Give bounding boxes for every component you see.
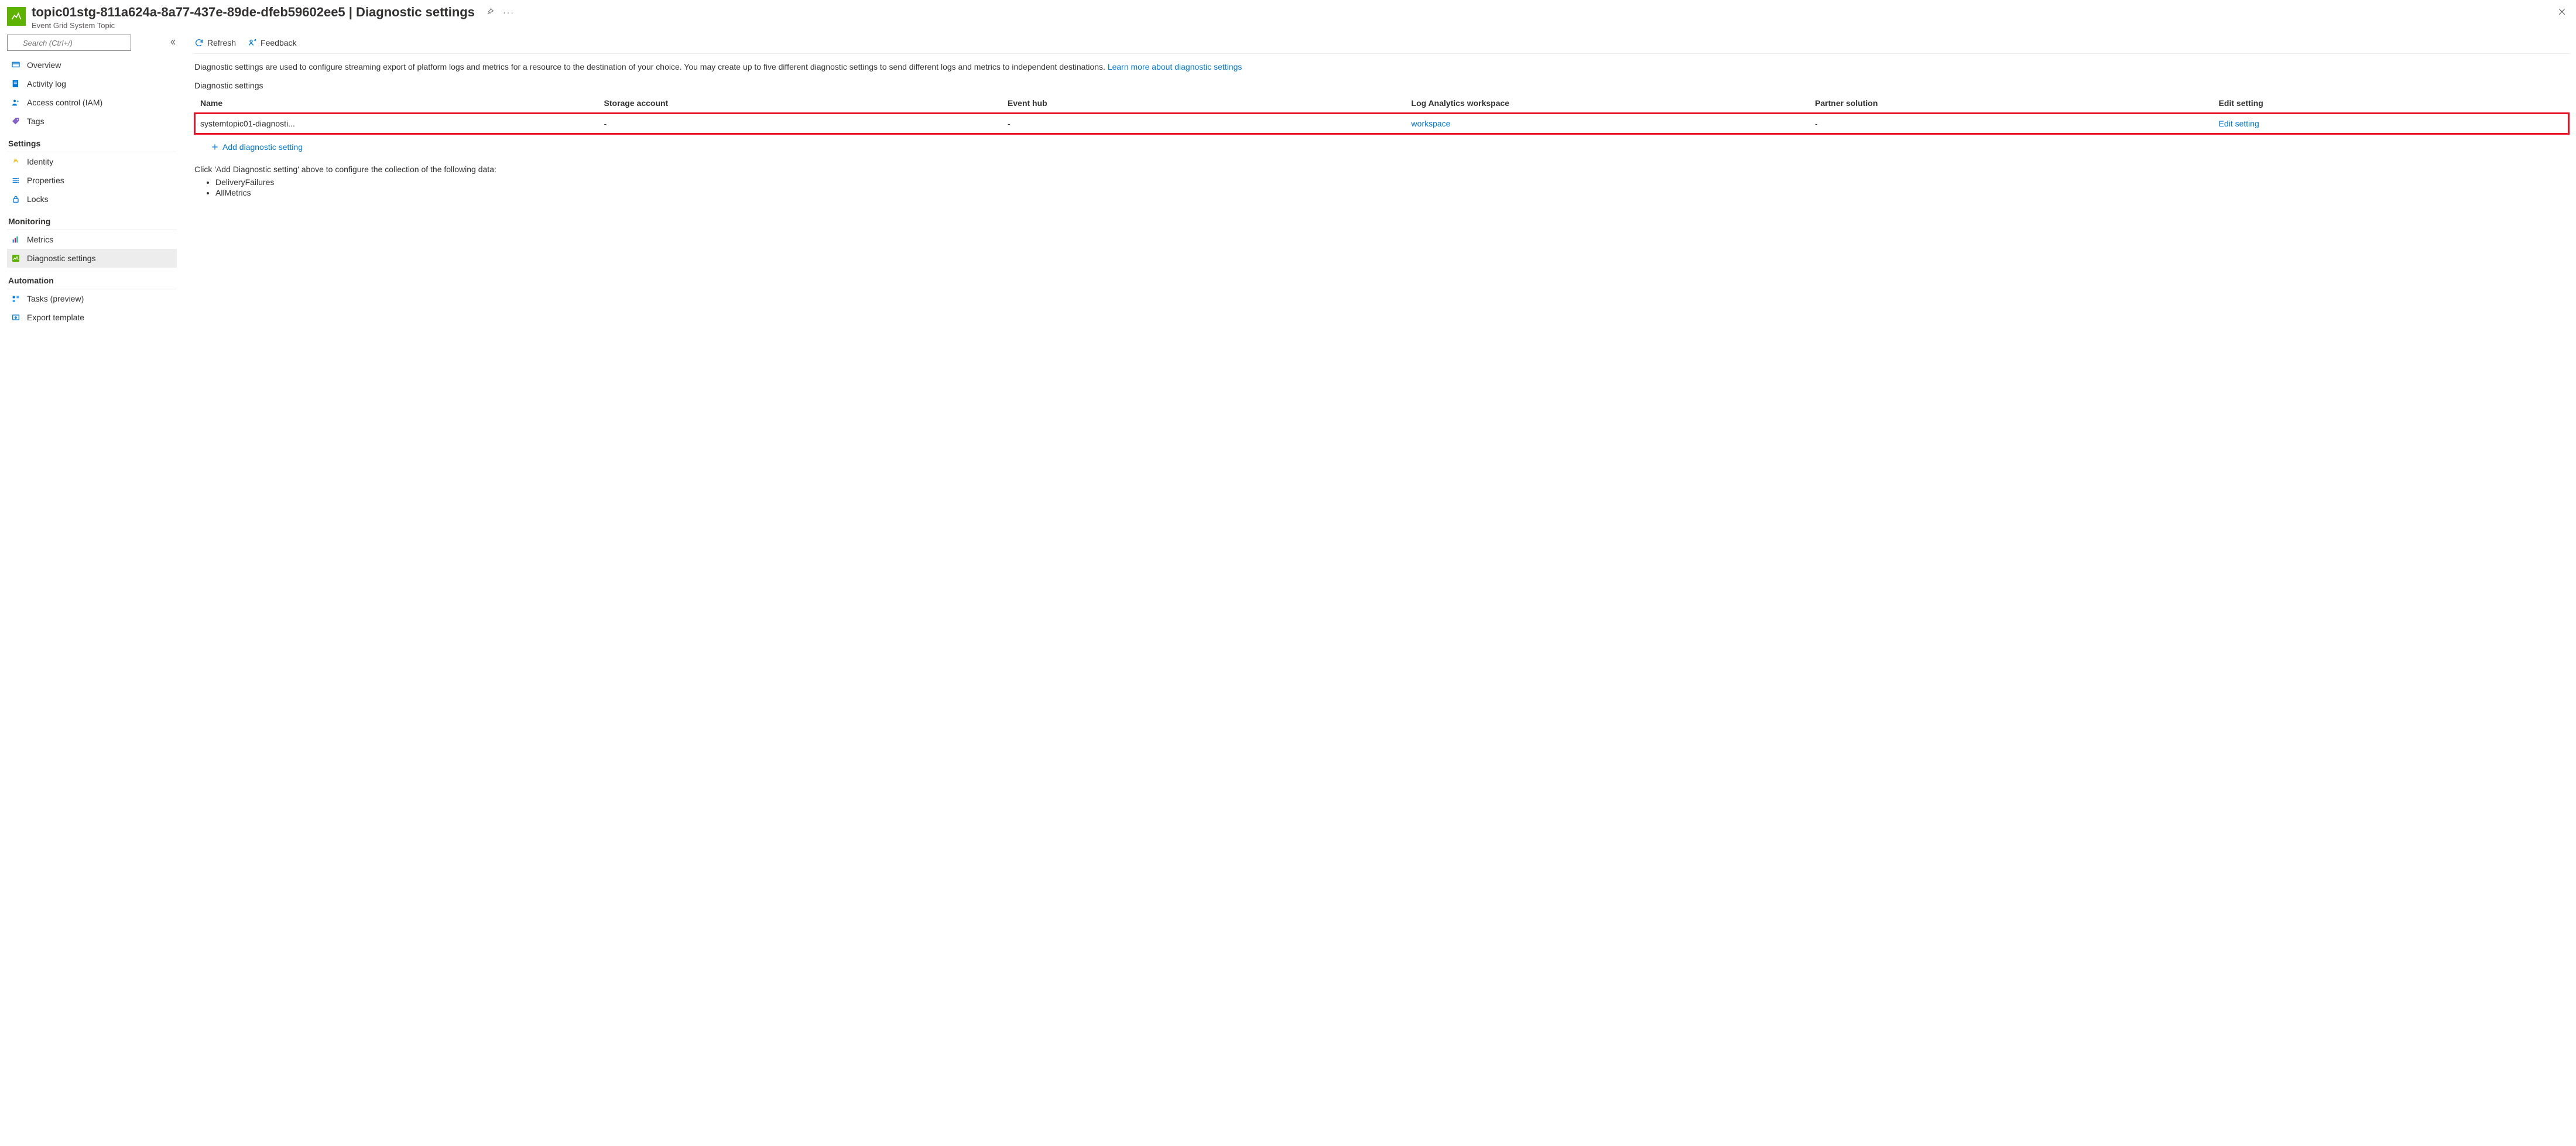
- sidebar-item-label: Identity: [27, 157, 53, 166]
- page-title: topic01stg-811a624a-8a77-437e-89de-dfeb5…: [32, 5, 475, 20]
- diagnostic-settings-icon: [11, 253, 21, 264]
- overview-icon: [11, 60, 21, 70]
- cell-partner: -: [1809, 113, 2213, 135]
- lock-icon: [11, 194, 21, 204]
- identity-icon: [11, 156, 21, 167]
- command-bar: Refresh Feedback: [194, 35, 2569, 54]
- add-label: Add diagnostic setting: [222, 142, 303, 152]
- sidebar-item-label: Tags: [27, 117, 44, 126]
- sidebar-section-settings: Settings: [7, 131, 177, 152]
- sidebar-item-label: Locks: [27, 194, 49, 204]
- col-edit: Edit setting: [2213, 94, 2569, 113]
- refresh-button[interactable]: Refresh: [194, 38, 236, 47]
- sidebar-item-label: Export template: [27, 313, 84, 322]
- close-icon[interactable]: [2555, 5, 2569, 22]
- sidebar-item-export-template[interactable]: Export template: [7, 308, 177, 327]
- feedback-label: Feedback: [261, 38, 296, 47]
- sidebar-item-properties[interactable]: Properties: [7, 171, 177, 190]
- sidebar-item-label: Overview: [27, 60, 61, 70]
- more-icon[interactable]: ···: [503, 8, 515, 17]
- sidebar-section-automation: Automation: [7, 268, 177, 289]
- page-subtitle: Event Grid System Topic: [32, 21, 2549, 30]
- workspace-link[interactable]: workspace: [1412, 119, 1451, 128]
- resource-icon: [7, 7, 26, 26]
- diagnostic-settings-heading: Diagnostic settings: [194, 81, 2569, 90]
- list-item: AllMetrics: [215, 188, 2569, 197]
- sidebar-item-tags[interactable]: Tags: [7, 112, 177, 131]
- cell-storage: -: [598, 113, 1002, 135]
- activity-log-icon: [11, 78, 21, 89]
- sidebar-item-metrics[interactable]: Metrics: [7, 230, 177, 249]
- metrics-icon: [11, 234, 21, 245]
- col-law: Log Analytics workspace: [1406, 94, 1810, 113]
- access-control-icon: [11, 97, 21, 108]
- header-text: topic01stg-811a624a-8a77-437e-89de-dfeb5…: [32, 5, 2549, 30]
- sidebar-item-label: Properties: [27, 176, 64, 185]
- edit-setting-link[interactable]: Edit setting: [2219, 119, 2259, 128]
- sidebar-item-tasks[interactable]: Tasks (preview): [7, 289, 177, 308]
- col-name: Name: [194, 94, 598, 113]
- learn-more-link[interactable]: Learn more about diagnostic settings: [1108, 62, 1242, 71]
- sidebar-item-label: Access control (IAM): [27, 98, 102, 107]
- sidebar-item-access-control[interactable]: Access control (IAM): [7, 93, 177, 112]
- sidebar-item-identity[interactable]: Identity: [7, 152, 177, 171]
- blade-header: topic01stg-811a624a-8a77-437e-89de-dfeb5…: [7, 5, 2569, 30]
- pin-icon[interactable]: [485, 7, 495, 18]
- sidebar-item-diagnostic-settings[interactable]: Diagnostic settings: [7, 249, 177, 268]
- collapse-sidebar-icon[interactable]: [169, 38, 177, 48]
- sidebar: Overview Activity log Access control (IA…: [7, 35, 177, 327]
- main-content: Refresh Feedback Diagnostic settings are…: [177, 35, 2569, 327]
- properties-icon: [11, 175, 21, 186]
- tasks-icon: [11, 293, 21, 304]
- col-eventhub: Event hub: [1002, 94, 1406, 113]
- search-input[interactable]: [7, 35, 131, 51]
- add-diagnostic-setting-button[interactable]: Add diagnostic setting: [205, 138, 2569, 161]
- cell-eventhub: -: [1002, 113, 1406, 135]
- description-text: Diagnostic settings are used to configur…: [194, 61, 2569, 73]
- sidebar-item-activity-log[interactable]: Activity log: [7, 74, 177, 93]
- refresh-label: Refresh: [207, 38, 236, 47]
- sidebar-item-overview[interactable]: Overview: [7, 56, 177, 74]
- sidebar-item-label: Activity log: [27, 79, 66, 88]
- sidebar-item-label: Diagnostic settings: [27, 254, 96, 263]
- sidebar-item-locks[interactable]: Locks: [7, 190, 177, 208]
- sidebar-item-label: Metrics: [27, 235, 53, 244]
- sidebar-item-label: Tasks (preview): [27, 294, 84, 303]
- table-row[interactable]: systemtopic01-diagnosti... - - workspace…: [194, 113, 2569, 135]
- tags-icon: [11, 116, 21, 126]
- col-partner: Partner solution: [1809, 94, 2213, 113]
- footer-note: Click 'Add Diagnostic setting' above to …: [194, 165, 2569, 197]
- feedback-button[interactable]: Feedback: [248, 38, 296, 47]
- list-item: DeliveryFailures: [215, 177, 2569, 187]
- diagnostic-settings-table: Name Storage account Event hub Log Analy…: [194, 94, 2569, 134]
- col-storage: Storage account: [598, 94, 1002, 113]
- export-template-icon: [11, 312, 21, 323]
- sidebar-section-monitoring: Monitoring: [7, 208, 177, 230]
- cell-name: systemtopic01-diagnosti...: [194, 113, 598, 135]
- plus-icon: [211, 143, 219, 151]
